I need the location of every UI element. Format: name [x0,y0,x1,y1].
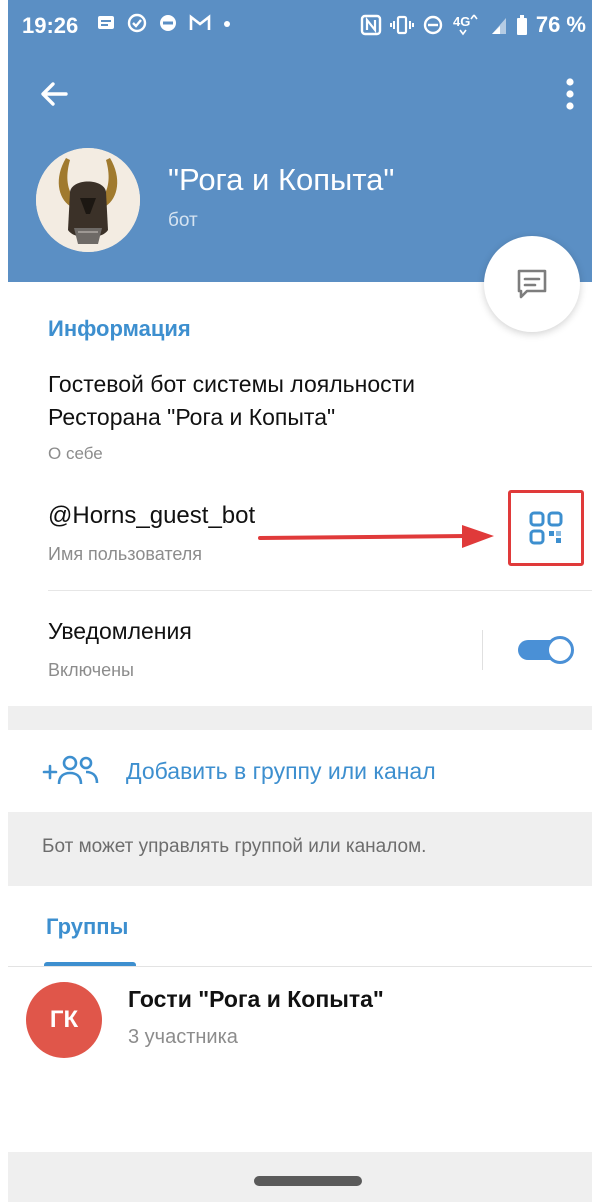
about-label: О себе [48,444,103,463]
more-options-icon[interactable] [562,74,578,114]
4g-icon: 4G [453,14,478,36]
send-message-button[interactable] [484,236,580,332]
message-icon [98,16,114,29]
group-members: 3 участника [128,1026,238,1048]
nfc-icon [360,14,382,36]
system-icons: 4G 76 % [360,12,586,38]
navigation-bar [8,1152,592,1202]
status-bar: 19:26 4G 76 % [8,0,592,52]
minus-circle-icon [160,15,176,31]
notifications-toggle[interactable] [516,634,574,664]
add-user-group-icon [42,755,99,785]
dnd-icon [423,15,443,35]
qr-code-button[interactable] [508,490,584,566]
bot-name: "Рога и Копыта" [168,162,395,197]
username-label: Имя пользователя [48,544,203,564]
signal-icon [491,18,506,34]
qr-code-icon [529,511,563,545]
vertical-divider [482,630,483,670]
svg-text:4G: 4G [453,14,470,29]
hint-band: Бот может управлять группой или каналом. [8,812,592,886]
message-icon [517,269,547,299]
screen: 19:26 4G 76 % "Рога и Копыта" бот Информ… [8,0,592,1202]
about-text[interactable]: Гостевой бот системы лояльности Ресторан… [48,368,488,434]
dot-icon [224,21,230,27]
group-name: Гости "Рога и Копыта" [128,986,384,1012]
toggle-knob [546,636,574,664]
tab-divider [8,966,592,967]
add-to-group-hint: Бот может управлять группой или каналом. [42,836,427,857]
section-separator [8,706,592,730]
horned-helmet-image [36,148,140,252]
annotation-arrow [258,525,494,548]
notifications-status: Включены [48,660,134,680]
check-circle-icon [127,13,147,33]
username[interactable]: @Horns_guest_bot [48,502,255,530]
tab-groups[interactable]: Группы [46,914,128,940]
home-handle[interactable] [254,1176,362,1186]
bot-subtitle: бот [168,210,198,231]
battery-icon [516,15,527,35]
add-to-group-row[interactable]: Добавить в группу или канал [8,730,592,812]
info-section-title: Информация [48,316,191,341]
bot-avatar[interactable] [36,148,140,252]
battery-percent: 76 % [535,12,586,37]
group-avatar: ГК [26,982,102,1058]
back-arrow-icon[interactable] [36,76,72,112]
notifications-title[interactable]: Уведомления [48,618,192,645]
divider [48,590,592,591]
status-time: 19:26 [22,13,79,38]
notification-icons [96,12,232,34]
vibrate-icon [389,15,414,35]
gmail-icon [189,14,211,30]
add-to-group-label: Добавить в группу или канал [126,758,436,784]
